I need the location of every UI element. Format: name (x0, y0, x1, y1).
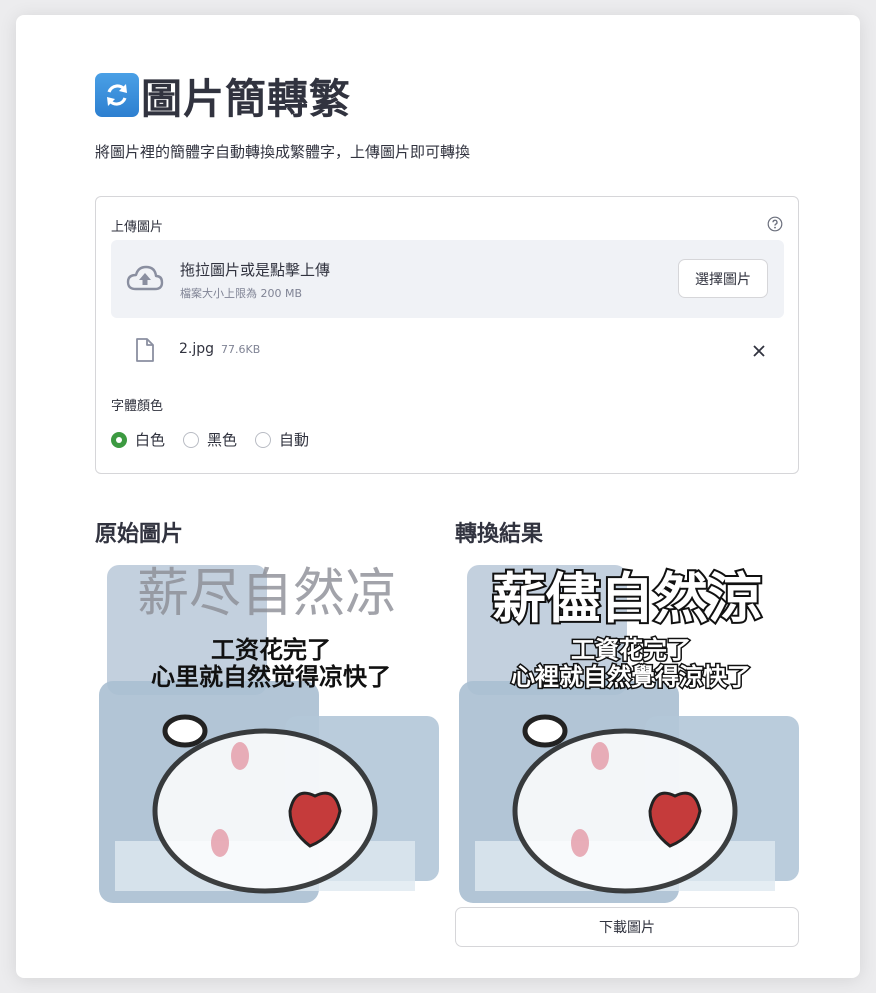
page-title: 圖片簡轉繁 (95, 70, 351, 123)
radio-white-label: 白色 (135, 431, 166, 449)
radio-white[interactable]: 白色 (111, 429, 165, 450)
main-card: 圖片簡轉繁 將圖片裡的簡體字自動轉換成繁體字，上傳圖片即可轉換 上傳圖片 拖拉圖… (16, 15, 860, 978)
file-size: 77.6KB (221, 343, 261, 356)
page-subtitle: 將圖片裡的簡體字自動轉換成繁體字，上傳圖片即可轉換 (95, 143, 471, 161)
original-caption-line1: 工资花完了 (211, 636, 331, 664)
radio-black-label: 黑色 (207, 431, 238, 449)
result-caption-big: 薪儘自然涼 (492, 567, 762, 630)
file-dropzone[interactable]: 拖拉圖片或是點擊上傳 檔案大小上限為 200 MB 選擇圖片 (111, 240, 784, 318)
cloud-upload-icon (126, 265, 164, 291)
upload-panel: 上傳圖片 拖拉圖片或是點擊上傳 檔案大小上限為 200 MB 選擇圖片 2.jp… (95, 196, 799, 474)
original-caption-big: 薪尽自然凉 (137, 564, 397, 624)
result-caption-line2: 心裡就自然覺得涼快了 (511, 663, 751, 691)
file-icon (136, 338, 154, 362)
radio-auto-label: 自動 (279, 431, 310, 449)
close-icon[interactable] (749, 341, 769, 361)
font-color-label: 字體顏色 (111, 399, 164, 414)
original-image: 薪尽自然凉 工资花完了 心里就自然觉得凉快了 (95, 561, 439, 906)
title-text: 圖片簡轉繁 (141, 75, 351, 123)
radio-white-indicator[interactable] (111, 431, 127, 448)
arrows-counterclockwise-icon (95, 73, 139, 117)
dropzone-instructions: 拖拉圖片或是點擊上傳 (180, 261, 331, 279)
help-icon[interactable] (767, 216, 783, 232)
radio-auto[interactable]: 自動 (255, 429, 309, 450)
browse-files-button[interactable]: 選擇圖片 (678, 259, 768, 298)
radio-black[interactable]: 黑色 (183, 429, 237, 450)
uploaded-file-row: 2.jpg 77.6KB (111, 335, 784, 367)
result-caption-line1: 工資花完了 (571, 636, 691, 664)
radio-black-indicator[interactable] (183, 431, 200, 448)
result-image: 薪儘自然涼 工資花完了 心裡就自然覺得涼快了 (455, 561, 799, 906)
original-caption-line2: 心里就自然觉得凉快了 (151, 663, 391, 691)
upload-label: 上傳圖片 (111, 220, 164, 235)
dropzone-limit: 檔案大小上限為 200 MB (180, 287, 303, 300)
download-image-button[interactable]: 下載圖片 (455, 907, 799, 947)
radio-auto-indicator[interactable] (255, 431, 272, 448)
original-image-heading: 原始圖片 (95, 522, 184, 547)
result-image-heading: 轉換結果 (455, 522, 544, 547)
file-name: 2.jpg (179, 341, 215, 357)
font-color-radio-group: 白色 黑色 自動 (111, 429, 309, 450)
